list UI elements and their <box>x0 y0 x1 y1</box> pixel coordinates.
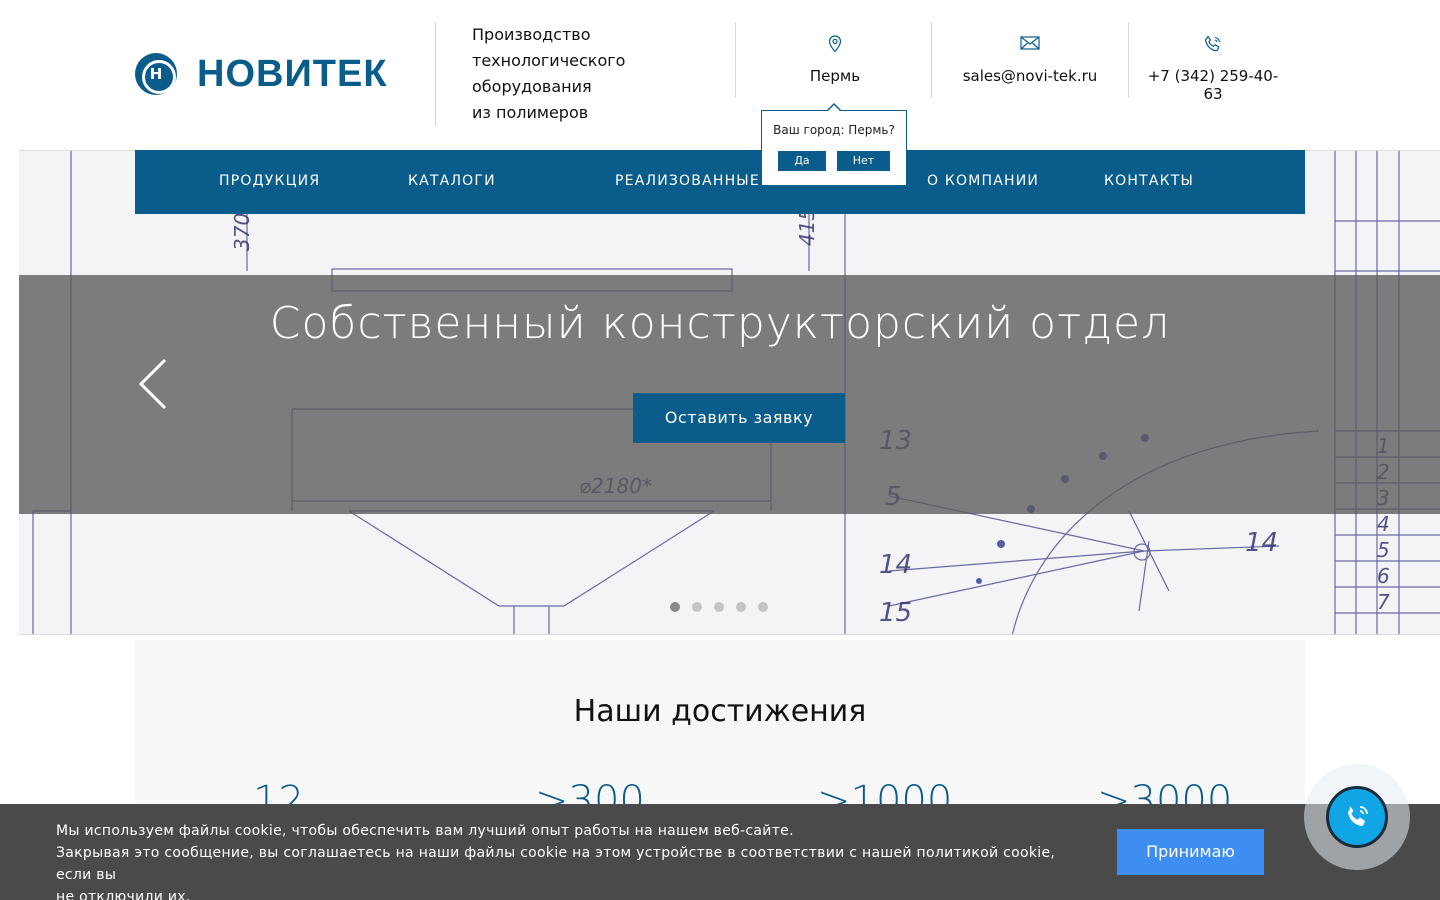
svg-text:7: 7 <box>1377 590 1390 614</box>
logo-text: НОВИТЕК <box>197 53 388 95</box>
header-divider <box>735 22 736 98</box>
slider-dots <box>670 602 768 612</box>
company-slogan: Производство технологического оборудован… <box>472 22 672 126</box>
nav-item-contacts[interactable]: КОНТАКТЫ <box>1104 150 1194 214</box>
nav-item-projects[interactable]: РЕАЛИЗОВАННЫЕ П <box>615 150 777 214</box>
header-divider <box>435 22 436 126</box>
slider-dot[interactable] <box>758 602 768 612</box>
slider-dot[interactable] <box>692 602 702 612</box>
achievements-title: Наши достижения <box>573 694 867 729</box>
svg-text:370: 370 <box>230 213 254 251</box>
slider-dot[interactable] <box>714 602 724 612</box>
svg-text:14: 14 <box>879 550 912 580</box>
callback-phone-icon[interactable] <box>1326 786 1388 848</box>
city-yes-button[interactable]: Да <box>778 151 826 171</box>
main-nav: ПРОДУКЦИЯ КАТАЛОГИ РЕАЛИЗОВАННЫЕ П О КОМ… <box>135 150 1305 214</box>
location-pin-icon <box>795 35 875 53</box>
slogan-line: Производство <box>472 25 591 44</box>
city-no-button[interactable]: Нет <box>837 151 890 171</box>
city-question: Ваш город: Пермь? <box>773 123 895 137</box>
email-link[interactable]: sales@novi-tek.ru <box>963 67 1098 85</box>
phone-icon <box>1140 35 1286 53</box>
header-divider <box>931 22 932 98</box>
slogan-line: технологического <box>472 51 626 70</box>
cookie-line: не отключили их. <box>56 889 191 900</box>
logo-mark-icon: Н <box>135 53 177 95</box>
request-button[interactable]: Оставить заявку <box>633 393 845 443</box>
cookie-accept-button[interactable]: Принимаю <box>1117 829 1264 875</box>
nav-item-about[interactable]: О КОМПАНИИ <box>927 150 1039 214</box>
svg-text:5: 5 <box>1377 538 1390 562</box>
svg-text:4: 4 <box>1377 512 1390 536</box>
logo[interactable]: Н НОВИТЕК <box>135 52 388 96</box>
envelope-icon <box>960 35 1100 53</box>
city-name: Пермь <box>809 67 861 85</box>
cookie-line: Закрывая это сообщение, вы соглашаетесь … <box>56 845 1056 883</box>
phone-contact[interactable]: +7 (342) 259-40-63 <box>1140 35 1286 103</box>
nav-item-catalogs[interactable]: КАТАЛОГИ <box>408 150 496 214</box>
cookie-message: Мы используем файлы cookie, чтобы обеспе… <box>56 820 1056 900</box>
hero-title: Собственный конструкторский отдел <box>269 298 1171 349</box>
slogan-line: из полимеров <box>472 103 589 122</box>
slider-prev-arrow-icon[interactable] <box>135 356 171 412</box>
city-selector[interactable]: Пермь <box>795 35 875 85</box>
phone-link[interactable]: +7 (342) 259-40-63 <box>1148 67 1279 103</box>
cookie-line: Мы используем файлы cookie, чтобы обеспе… <box>56 823 794 839</box>
city-confirm-popup: Ваш город: Пермь? Да Нет <box>761 103 907 186</box>
nav-item-products[interactable]: ПРОДУКЦИЯ <box>219 150 320 214</box>
email-contact[interactable]: sales@novi-tek.ru <box>960 35 1100 85</box>
site-header: Н НОВИТЕК Производство технологического … <box>0 0 1440 150</box>
svg-text:15: 15 <box>879 598 912 628</box>
svg-text:14: 14 <box>1245 528 1278 558</box>
slider-dot[interactable] <box>736 602 746 612</box>
header-divider <box>1128 22 1129 98</box>
cookie-banner: Мы используем файлы cookie, чтобы обеспе… <box>0 804 1440 900</box>
slogan-line: оборудования <box>472 77 592 96</box>
slider-dot[interactable] <box>670 602 680 612</box>
svg-text:6: 6 <box>1377 564 1390 588</box>
